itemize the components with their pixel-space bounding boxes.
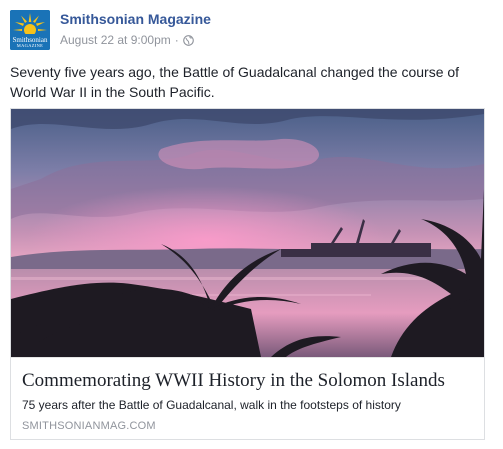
post-header: Smithsonian MAGAZINE Smithsonian Magazin… xyxy=(10,10,490,52)
link-title[interactable]: Commemorating WWII History in the Solomo… xyxy=(22,370,445,392)
post-body-text: Seventy five years ago, the Battle of Gu… xyxy=(10,64,460,100)
meta-separator: · xyxy=(174,33,179,47)
page-avatar[interactable]: Smithsonian MAGAZINE xyxy=(10,10,50,50)
link-preview-info[interactable]: Commemorating WWII History in the Solomo… xyxy=(11,357,484,439)
page-name-link[interactable]: Smithsonian Magazine xyxy=(60,11,211,27)
facebook-post: Smithsonian MAGAZINE Smithsonian Magazin… xyxy=(0,0,503,449)
globe-icon[interactable] xyxy=(182,34,194,46)
link-preview-image[interactable] xyxy=(11,109,484,357)
link-description: 75 years after the Battle of Guadalcanal… xyxy=(22,398,401,412)
post-timestamp[interactable]: August 22 at 9:00pm xyxy=(60,33,171,47)
avatar-logo-subtext: MAGAZINE xyxy=(16,43,44,48)
post-meta: August 22 at 9:00pm · xyxy=(60,33,194,47)
link-preview-card[interactable]: Commemorating WWII History in the Solomo… xyxy=(10,108,485,440)
link-domain: SMITHSONIANMAG.COM xyxy=(22,420,156,432)
